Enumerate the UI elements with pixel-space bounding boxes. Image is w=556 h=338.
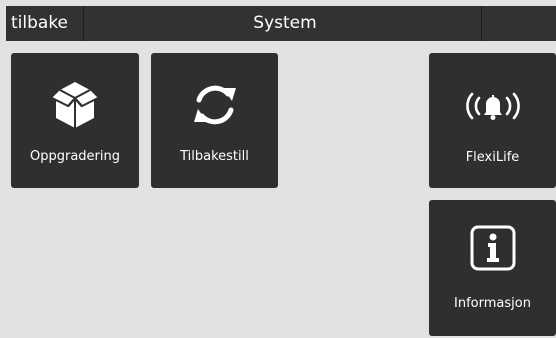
upgrade-label: Oppgradering (30, 149, 120, 164)
alarm-bell-icon (429, 90, 556, 122)
upgrade-tile[interactable]: Oppgradering (11, 53, 139, 188)
top-bar: tilbake System (6, 6, 556, 41)
back-button[interactable]: tilbake (6, 6, 84, 41)
flexilife-tile[interactable]: FlexiLife (429, 53, 556, 188)
information-tile[interactable]: Informasjon (429, 200, 556, 336)
refresh-icon (151, 80, 278, 130)
reset-tile[interactable]: Tilbakestill (151, 53, 278, 188)
reset-label: Tilbakestill (180, 149, 249, 164)
page-title: System (253, 13, 317, 33)
flexilife-label: FlexiLife (465, 150, 520, 165)
box-icon (11, 80, 139, 130)
information-label: Informasjon (454, 296, 531, 311)
top-bar-right-slot (481, 6, 556, 41)
info-icon (429, 224, 556, 272)
